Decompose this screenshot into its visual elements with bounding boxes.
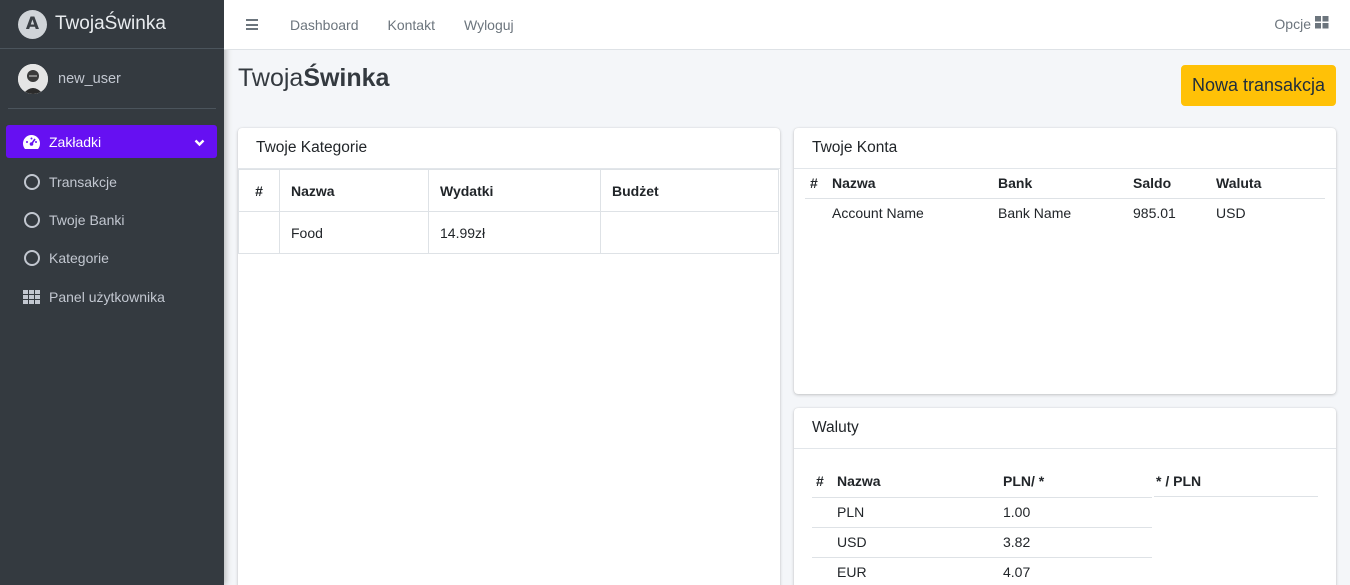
- card-title: Waluty: [794, 408, 1336, 449]
- table-cell: USD: [1216, 205, 1246, 222]
- table-header-row: # Nazwa Wydatki Budżet: [238, 169, 779, 212]
- table-header-row: # Nazwa Bank Saldo Waluta: [805, 169, 1325, 199]
- user-panel[interactable]: new_user: [8, 49, 216, 109]
- circle-icon: [22, 249, 41, 268]
- table-cell: [812, 557, 833, 585]
- column-header: #: [805, 169, 827, 199]
- table-cell: 14.99zł: [428, 211, 601, 254]
- table-row[interactable]: PLN 1.00: [812, 497, 1152, 528]
- column-header: PLN/ *: [999, 465, 1152, 498]
- categories-table: # Nazwa Wydatki Budżet Food 14.99zł: [238, 169, 779, 254]
- sidebar-item-label: Zakładki: [49, 133, 102, 150]
- sidebar-item-label: Transakcje: [49, 173, 117, 190]
- options-label: Opcje: [1274, 16, 1311, 32]
- card-title: Twoje Konta: [794, 128, 1336, 169]
- table-cell: [238, 211, 280, 254]
- table-cell: 4.07: [999, 557, 1152, 585]
- column-header: #: [238, 169, 280, 212]
- table-cell: Bank Name: [998, 205, 1072, 222]
- table-cell: [600, 211, 779, 254]
- table-row[interactable]: Account Name Bank Name 985.01 USD: [805, 198, 1325, 228]
- menu-toggle-icon[interactable]: [246, 17, 258, 33]
- nav-link-wyloguj[interactable]: Wyloguj: [464, 17, 514, 33]
- currencies-card: Waluty # Nazwa PLN/ * PLN 1.00 USD 3.82 …: [794, 408, 1336, 585]
- currencies-table: # Nazwa PLN/ * PLN 1.00 USD 3.82 EUR 4.0…: [812, 465, 1152, 585]
- sidebar-item-label: Panel użytkownika: [49, 288, 165, 305]
- brand-logo: A: [18, 9, 47, 39]
- user-name: new_user: [58, 70, 121, 87]
- sidebar-item-label: Twoje Banki: [49, 211, 125, 228]
- circle-icon: [22, 172, 41, 191]
- new-transaction-button[interactable]: Nowa transakcja: [1181, 65, 1336, 106]
- column-header: * / PLN: [1154, 465, 1318, 497]
- sidebar-item-zakladki[interactable]: Zakładki: [6, 125, 217, 158]
- grid-icon: [22, 287, 41, 306]
- column-header: #: [812, 465, 833, 498]
- table-cell: 985.01: [1133, 205, 1176, 222]
- card-title: Twoje Kategorie: [238, 128, 780, 169]
- column-header: Nazwa: [827, 169, 993, 199]
- circle-icon: [22, 210, 41, 229]
- categories-card: Twoje Kategorie # Nazwa Wydatki Budżet F…: [238, 128, 780, 585]
- sidebar-nav: Zakładki Transakcje Twoje Banki Kategori…: [0, 109, 224, 315]
- table-row[interactable]: USD 3.82: [812, 527, 1152, 558]
- sidebar-item-twoje-banki[interactable]: Twoje Banki: [6, 201, 217, 238]
- sidebar-item-kategorie[interactable]: Kategorie: [6, 240, 217, 277]
- column-header: Bank: [993, 169, 1128, 199]
- table-cell: Account Name: [832, 205, 924, 222]
- dashboard-icon: [22, 132, 41, 151]
- column-header: Budżet: [600, 169, 779, 212]
- table-cell: PLN: [833, 497, 999, 528]
- sidebar-item-panel-uzytkownika[interactable]: Panel użytkownika: [6, 278, 217, 315]
- column-header: Nazwa: [279, 169, 429, 212]
- sidebar-item-label: Kategorie: [49, 250, 109, 267]
- table-row[interactable]: EUR 4.07: [812, 557, 1152, 585]
- nav-link-dashboard[interactable]: Dashboard: [290, 17, 359, 33]
- table-cell: Food: [279, 211, 429, 254]
- table-row[interactable]: Food 14.99zł: [238, 211, 779, 254]
- nav-link-kontakt[interactable]: Kontakt: [388, 17, 435, 33]
- sidebar: A TwojaŚwinka new_user Zakładki Transakc: [0, 0, 224, 585]
- column-header: Saldo: [1128, 169, 1211, 199]
- table-cell: 3.82: [999, 527, 1152, 558]
- chevron-down-icon: [194, 134, 205, 150]
- sidebar-item-transakcje[interactable]: Transakcje: [6, 163, 217, 200]
- table-cell: [805, 198, 827, 228]
- table-cell: [812, 497, 833, 528]
- brand-name: TwojaŚwinka: [55, 13, 166, 34]
- table-header-row: # Nazwa PLN/ *: [812, 465, 1152, 498]
- table-cell: EUR: [833, 557, 999, 585]
- options-button[interactable]: Opcje: [1274, 16, 1329, 32]
- column-header: Waluta: [1211, 169, 1325, 199]
- table-cell: USD: [833, 527, 999, 558]
- column-header: Wydatki: [428, 169, 601, 212]
- accounts-card: Twoje Konta # Nazwa Bank Saldo Waluta Ac…: [794, 128, 1336, 394]
- page-title: TwojaŚwinka: [238, 64, 390, 92]
- accounts-table: # Nazwa Bank Saldo Waluta Account Name B…: [805, 169, 1325, 228]
- table-cell: 1.00: [999, 497, 1152, 528]
- column-header: Nazwa: [833, 465, 999, 498]
- avatar: [18, 63, 48, 94]
- brand-link[interactable]: A TwojaŚwinka: [0, 0, 224, 49]
- grid-icon: [1311, 16, 1329, 32]
- table-cell: [812, 527, 833, 558]
- top-navbar: Dashboard Kontakt Wyloguj Opcje: [224, 0, 1350, 50]
